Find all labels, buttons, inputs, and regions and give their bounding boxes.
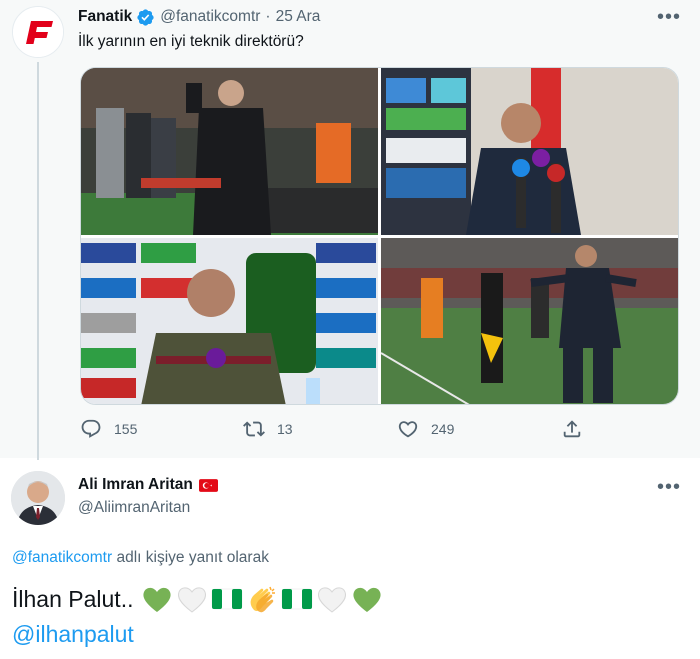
- white-heart-icon: [178, 587, 207, 613]
- media-photo-1[interactable]: [81, 68, 378, 235]
- tweet-header: Fanatik @fanatikcomtr · 25 Ara: [78, 6, 320, 28]
- reply-icon: [81, 419, 101, 438]
- author-name[interactable]: Fanatik: [78, 8, 132, 26]
- media-grid: [80, 67, 679, 405]
- nigeria-flag-icon: [212, 588, 243, 610]
- media-photo-3[interactable]: [81, 238, 378, 404]
- person-avatar-icon: [11, 471, 65, 525]
- tweet-actions: 155 13 249: [80, 418, 600, 446]
- tweet-text: İlk yarının en iyi teknik direktörü?: [78, 33, 304, 50]
- retweet-icon: [243, 421, 265, 437]
- reply-text: İlhan Palut..: [12, 584, 383, 614]
- media-photo-2[interactable]: [381, 68, 678, 235]
- more-options-button[interactable]: •••: [654, 6, 684, 28]
- emoji-row: [141, 584, 383, 614]
- reply-context-text: adlı kişiye yanıt olarak: [112, 549, 269, 566]
- reply-context-mention[interactable]: @fanatikcomtr: [12, 549, 112, 566]
- like-button[interactable]: 249: [397, 418, 454, 440]
- reply-text-content: İlhan Palut..: [12, 585, 134, 612]
- fanatik-logo-icon: [13, 7, 63, 57]
- original-tweet[interactable]: Fanatik @fanatikcomtr · 25 Ara ••• İlk y…: [0, 0, 700, 460]
- green-heart-icon: [143, 587, 172, 612]
- turkey-flag-icon: [198, 478, 218, 492]
- white-heart-icon: [318, 587, 347, 613]
- reply-button[interactable]: 155: [80, 418, 137, 440]
- author-handle[interactable]: @fanatikcomtr: [160, 8, 260, 26]
- share-button[interactable]: [561, 418, 583, 440]
- green-heart-icon: [353, 587, 382, 612]
- heart-icon: [398, 421, 418, 438]
- photo-coach-press-conference-icon: [381, 68, 678, 235]
- reply-count: 155: [114, 421, 138, 437]
- photo-coach-press-sponsor-wall-icon: [81, 238, 378, 404]
- photo-coach-sideline-icon: [81, 68, 378, 235]
- reply-more-options-button[interactable]: •••: [654, 476, 684, 498]
- tweet-date[interactable]: 25 Ara: [276, 8, 321, 26]
- verified-badge-icon: [137, 8, 154, 26]
- separator-dot: ·: [265, 8, 271, 25]
- reply-mention-link[interactable]: @ilhanpalut: [12, 621, 134, 648]
- like-count: 249: [431, 421, 455, 437]
- share-icon: [563, 420, 581, 438]
- reply-context: @fanatikcomtr adlı kişiye yanıt olarak: [12, 549, 269, 567]
- fanatik-avatar[interactable]: [12, 6, 64, 58]
- media-photo-4[interactable]: [381, 238, 678, 404]
- photo-coach-gesturing-pitch-icon: [381, 238, 678, 404]
- nigeria-flag-icon: [282, 588, 313, 610]
- reply-author-avatar[interactable]: [11, 471, 65, 525]
- clapping-hands-icon: [251, 586, 276, 613]
- reply-header: Ali Imran Aritan: [78, 476, 218, 494]
- retweet-count: 13: [277, 421, 293, 437]
- reply-author-handle[interactable]: @AliimranAritan: [78, 499, 190, 517]
- retweet-button[interactable]: 13: [243, 418, 293, 440]
- thread-connector-line: [37, 62, 39, 460]
- reply-author-name[interactable]: Ali Imran Aritan: [78, 476, 193, 494]
